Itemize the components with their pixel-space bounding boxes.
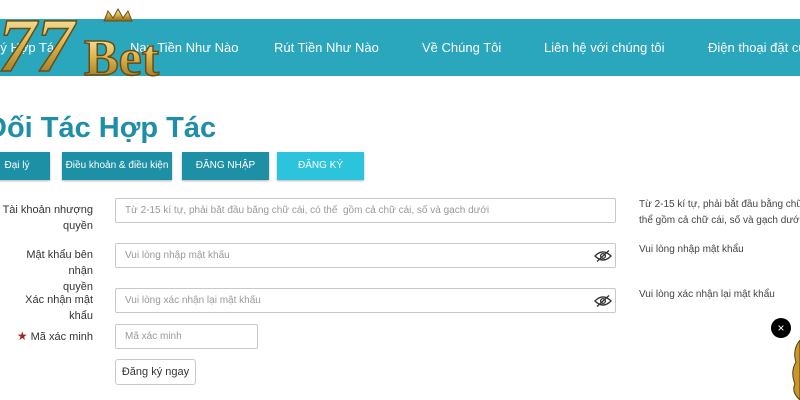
logo-number: 77 (0, 5, 77, 80)
captcha-label: ★ Mã xác minh (16, 329, 93, 343)
register-submit-button[interactable]: Đăng ký ngay (115, 359, 196, 385)
logo-word: Bet (84, 30, 160, 80)
account-input[interactable] (115, 198, 616, 223)
logo-crown-icon (103, 7, 133, 22)
account-label: Tài khoản nhượng quyền (2, 204, 93, 232)
tab-terms[interactable]: Điều khoản & điều kiện (62, 152, 172, 180)
password-input[interactable] (115, 243, 616, 268)
site-logo[interactable]: 77 Bet (0, 5, 200, 80)
page-title: Đối Tác Hợp Tác (0, 112, 217, 144)
confirm-password-hint: Vui lòng xác nhận lại mật khẩu (639, 289, 775, 300)
eye-slash-icon[interactable] (594, 294, 612, 308)
nav-item-contact[interactable]: Liên hệ với chúng tôi (544, 19, 665, 76)
tab-login[interactable]: ĐĂNG NHẬP (182, 152, 269, 180)
eye-slash-icon[interactable] (594, 249, 612, 263)
password-label: Mật khẩu bên nhận quyền (26, 249, 93, 293)
required-star-icon: ★ (16, 329, 28, 343)
confirm-password-label: Xác nhận mật khẩu (25, 294, 93, 322)
nav-item-about[interactable]: Về Chúng Tôi (422, 19, 501, 76)
account-hint: Từ 2-15 kí tự, phải bắt đầu bằng chữ cái… (639, 199, 800, 226)
close-icon[interactable]: × (771, 318, 791, 338)
floating-banner-decoration (792, 340, 800, 400)
password-hint: Vui lòng nhập mật khẩu (639, 244, 744, 255)
nav-item-phone-betting[interactable]: Điện thoại đặt cược (708, 19, 800, 76)
captcha-input[interactable] (115, 324, 258, 349)
tab-agent[interactable]: Đại lý (0, 152, 50, 180)
confirm-password-input[interactable] (115, 288, 616, 313)
tab-register[interactable]: ĐĂNG KÝ (277, 152, 364, 180)
nav-item-withdraw[interactable]: Rút Tiền Như Nào (274, 19, 379, 76)
